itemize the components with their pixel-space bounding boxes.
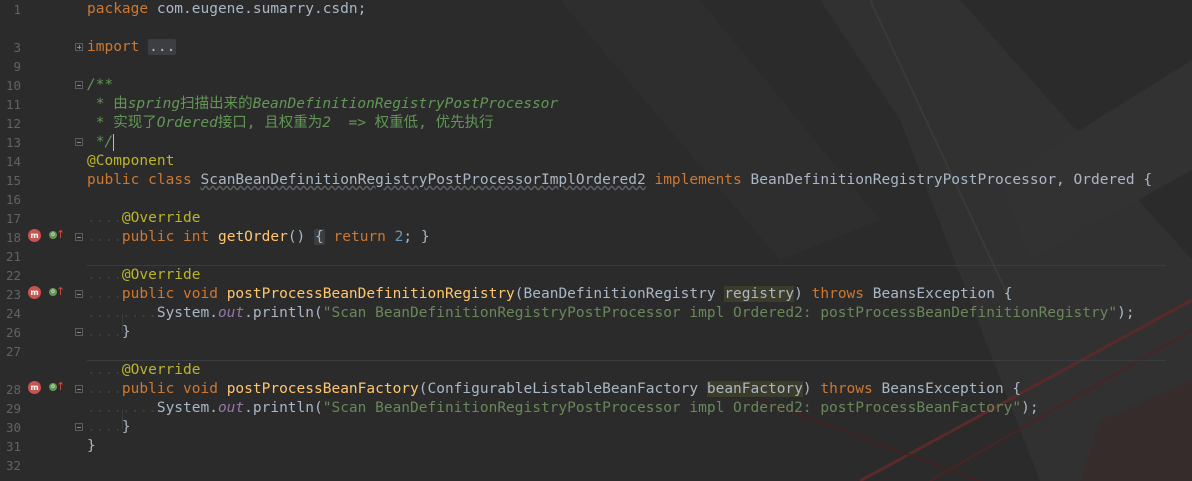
folded-body-open[interactable]: { bbox=[314, 229, 325, 245]
folded-body-close: ; } bbox=[403, 229, 430, 245]
param-open: (ConfigurableListableBeanFactory bbox=[418, 381, 707, 397]
code-line[interactable]: ....@Override bbox=[87, 209, 201, 228]
code-editor[interactable]: 1 3 9 10 11 12 13 14 15 16 17 18 21 22 2… bbox=[0, 0, 1192, 481]
method-separator bbox=[87, 265, 1166, 266]
code-line[interactable]: ....@Override bbox=[87, 361, 201, 380]
override-annotation: @Override bbox=[121, 210, 201, 226]
doc-text: 扫描出来的 bbox=[180, 96, 253, 112]
parameter-name: beanFactory bbox=[706, 381, 803, 397]
statement-end: ); bbox=[1117, 305, 1135, 321]
override-annotation: @Override bbox=[121, 267, 201, 283]
code-line[interactable]: import ... bbox=[87, 38, 177, 57]
code-area[interactable]: package com.eugene.sumarry.csdn; import … bbox=[0, 0, 1192, 481]
system-ref: System. bbox=[156, 305, 218, 321]
keyword: class bbox=[148, 172, 192, 188]
string-literal: "Scan BeanDefinitionRegistryPostProcesso… bbox=[322, 305, 1118, 321]
method-declaration-line[interactable]: ....public int getOrder() { return 2; } bbox=[87, 228, 430, 247]
keyword: int bbox=[183, 229, 210, 245]
method-call: .println( bbox=[244, 400, 323, 416]
doc-text: * 实现了 bbox=[87, 115, 157, 131]
keyword: public bbox=[121, 286, 175, 302]
method-name: postProcessBeanDefinitionRegistry bbox=[226, 286, 515, 302]
method-separator bbox=[87, 360, 1166, 361]
field-ref: out bbox=[217, 305, 245, 321]
close-brace: } bbox=[121, 324, 131, 340]
exception-type: BeansException { bbox=[872, 286, 1013, 302]
annotation-line[interactable]: @Component bbox=[87, 152, 174, 171]
code-line[interactable]: ....@Override bbox=[87, 266, 201, 285]
doc-text: 接口, 且权重为 bbox=[217, 115, 323, 131]
class-declaration-line[interactable]: public class ScanBeanDefinitionRegistryP… bbox=[87, 171, 1152, 190]
package-name: com.eugene.sumarry.csdn; bbox=[148, 1, 367, 17]
method-name: getOrder bbox=[217, 229, 288, 245]
class-name[interactable]: ScanBeanDefinitionRegistryPostProcessorI… bbox=[201, 172, 646, 188]
field-ref: out bbox=[217, 400, 245, 416]
code-line[interactable]: ....} bbox=[87, 418, 131, 437]
code-line[interactable]: } bbox=[87, 437, 96, 456]
doc-text: Ordered bbox=[156, 115, 218, 131]
method-call: .println( bbox=[244, 305, 323, 321]
keyword: throws bbox=[820, 381, 873, 397]
keyword: import bbox=[87, 39, 140, 55]
method-declaration-line[interactable]: ....public void postProcessBeanFactory(C… bbox=[87, 380, 1021, 399]
code-line[interactable]: package com.eugene.sumarry.csdn; bbox=[87, 0, 366, 19]
doc-text: => 权重低, 优先执行 bbox=[331, 115, 494, 131]
code-line[interactable]: ....} bbox=[87, 323, 131, 342]
code-line[interactable]: ........System.out.println("Scan BeanDef… bbox=[87, 304, 1135, 323]
text-caret bbox=[113, 134, 114, 151]
string-literal: "Scan BeanDefinitionRegistryPostProcesso… bbox=[322, 400, 1022, 416]
doc-comment-line[interactable]: /** bbox=[87, 76, 113, 95]
folded-imports-placeholder[interactable]: ... bbox=[148, 39, 177, 55]
param-open: (BeanDefinitionRegistry bbox=[514, 286, 725, 302]
keyword: void bbox=[183, 381, 218, 397]
doc-text: * 由 bbox=[87, 96, 128, 112]
method-name: postProcessBeanFactory bbox=[226, 381, 419, 397]
keyword: public bbox=[121, 381, 175, 397]
keyword: return bbox=[333, 229, 386, 245]
doc-text: 2 bbox=[322, 115, 332, 131]
doc-text: BeanDefinitionRegistryPostProcessor bbox=[252, 96, 559, 112]
statement-end: ); bbox=[1021, 400, 1039, 416]
method-declaration-line[interactable]: ....public void postProcessBeanDefinitio… bbox=[87, 285, 1012, 304]
keyword: package bbox=[87, 1, 149, 17]
code-line[interactable]: ........System.out.println("Scan BeanDef… bbox=[87, 399, 1039, 418]
keyword: throws bbox=[811, 286, 865, 302]
override-annotation: @Override bbox=[121, 362, 201, 378]
doc-comment-line[interactable]: * 实现了Ordered接口, 且权重为2 => 权重低, 优先执行 bbox=[87, 114, 494, 133]
paren: () bbox=[287, 229, 306, 245]
close-brace: } bbox=[121, 419, 131, 435]
keyword: public bbox=[87, 172, 140, 188]
interface-list: BeanDefinitionRegistryPostProcessor, Ord… bbox=[750, 172, 1153, 188]
doc-comment-line[interactable]: */ bbox=[87, 133, 113, 152]
param-close: ) bbox=[794, 286, 803, 302]
system-ref: System. bbox=[156, 400, 218, 416]
parameter-name: registry bbox=[724, 286, 795, 302]
param-close: ) bbox=[802, 381, 812, 397]
keyword: void bbox=[183, 286, 218, 302]
doc-text: spring bbox=[127, 96, 181, 112]
keyword: public bbox=[121, 229, 175, 245]
keyword: implements bbox=[654, 172, 742, 188]
exception-type: BeansException { bbox=[881, 381, 1022, 397]
doc-comment-line[interactable]: * 由spring扫描出来的BeanDefinitionRegistryPost… bbox=[87, 95, 558, 114]
